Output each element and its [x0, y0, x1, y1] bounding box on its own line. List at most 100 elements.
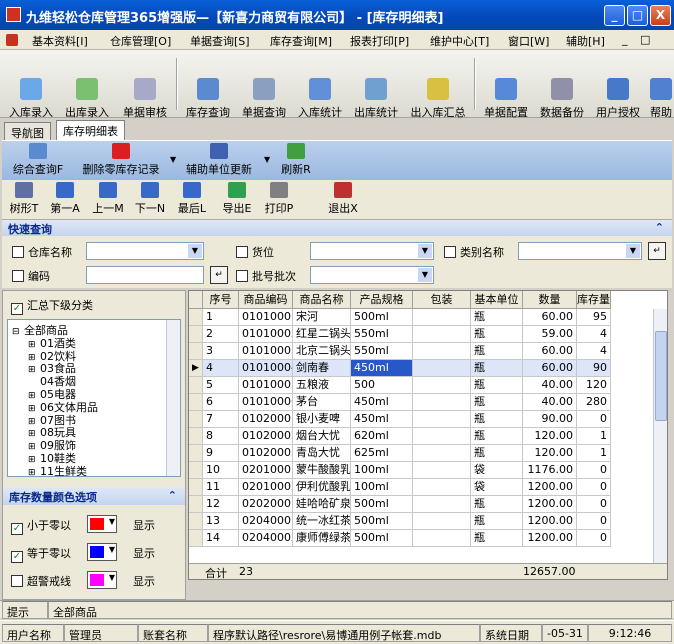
menu-report-print[interactable]: 报表打印[P] [350, 33, 409, 49]
stock-in-entry-button[interactable]: 入库录入 [6, 54, 56, 120]
color-picker[interactable]: ▼ [87, 543, 117, 561]
color-option-row[interactable]: ✓ 小于零以 [11, 517, 71, 535]
prev-record-button[interactable]: 上一M [88, 182, 128, 216]
grid-cell[interactable]: 0 [577, 479, 611, 496]
aux-unit-update-button[interactable]: 辅助单位更新 [182, 143, 256, 177]
category-checkbox[interactable] [444, 246, 456, 258]
batch-checkbox[interactable] [236, 270, 248, 282]
grid-cell[interactable] [413, 394, 471, 411]
slot-combo[interactable]: ▼ [310, 242, 434, 260]
grid-cell[interactable]: 银小麦啤 [293, 411, 351, 428]
grid-cell[interactable]: 60.00 [523, 309, 577, 326]
grid-cell[interactable]: 瓶 [471, 394, 523, 411]
grid-cell[interactable]: 统一冰红茶 [293, 513, 351, 530]
document-config-button[interactable]: 单据配置 [480, 54, 532, 120]
grid-cell[interactable]: 12 [203, 496, 239, 513]
grid-cell[interactable]: 0 [577, 462, 611, 479]
exit-button[interactable]: 退出X [324, 182, 362, 216]
grid-cell[interactable]: 01010004 [239, 360, 293, 377]
grid-cell[interactable]: 02040002 [239, 530, 293, 547]
warehouse-filter[interactable]: 仓库名称 [12, 244, 72, 260]
grid-cell[interactable]: 90 [577, 360, 611, 377]
summary-subcategory-option[interactable]: ✓ 汇总下级分类 [11, 297, 93, 315]
code-input[interactable] [86, 266, 204, 284]
menu-window[interactable]: 窗口[W] [508, 33, 549, 49]
color-picker[interactable]: ▼ [87, 515, 117, 533]
grid-cell[interactable]: 500ml [351, 530, 413, 547]
grid-cell[interactable]: 茅台 [293, 394, 351, 411]
category-search-button[interactable]: ↵ [648, 242, 666, 260]
chevron-down-icon[interactable]: ▼ [109, 573, 115, 582]
grid-cell[interactable]: 1200.00 [523, 530, 577, 547]
grid-cell[interactable]: 02010001 [239, 462, 293, 479]
color-picker[interactable]: ▼ [87, 571, 117, 589]
grid-cell[interactable]: 瓶 [471, 530, 523, 547]
menu-document-query[interactable]: 单据查询[S] [190, 33, 250, 49]
grid-cell[interactable]: 瓶 [471, 428, 523, 445]
grid-cell[interactable]: 40.00 [523, 394, 577, 411]
tree-scrollbar[interactable] [166, 320, 180, 476]
grid-cell[interactable]: 0 [577, 530, 611, 547]
code-search-button[interactable]: ↵ [210, 266, 228, 284]
grid-cell[interactable]: 0 [577, 496, 611, 513]
row-indicator[interactable]: ▶ [189, 360, 203, 377]
color-option-checkbox[interactable] [11, 575, 23, 587]
grid-cell[interactable]: 40.00 [523, 377, 577, 394]
grid-cell[interactable]: 01010005 [239, 377, 293, 394]
print-button[interactable]: 打印P [260, 182, 298, 216]
help-button[interactable]: 帮助 [648, 54, 674, 120]
grid-cell[interactable]: 500 [351, 377, 413, 394]
collapse-icon[interactable]: ⌃ [168, 489, 177, 502]
grid-cell[interactable]: 01010006 [239, 394, 293, 411]
next-record-button[interactable]: 下一N [130, 182, 170, 216]
grid-cell[interactable]: 青岛大忧 [293, 445, 351, 462]
grid-cell[interactable]: 1176.00 [523, 462, 577, 479]
grid-cell[interactable]: 60.00 [523, 360, 577, 377]
grid-cell[interactable]: 90.00 [523, 411, 577, 428]
grid-cell[interactable]: 康师傅绿茶 [293, 530, 351, 547]
grid-cell[interactable]: 袋 [471, 479, 523, 496]
row-indicator[interactable] [189, 513, 203, 530]
row-indicator[interactable] [189, 326, 203, 343]
color-option-row[interactable]: ✓ 等于零以 [11, 545, 71, 563]
grid-cell[interactable]: 14 [203, 530, 239, 547]
grid-cell[interactable]: 5 [203, 377, 239, 394]
warehouse-combo[interactable]: ▼ [86, 242, 204, 260]
row-indicator[interactable] [189, 411, 203, 428]
mdi-restore-button[interactable]: □ [640, 33, 650, 46]
menu-warehouse[interactable]: 仓库管理[O] [110, 33, 171, 49]
grid-cell[interactable] [413, 530, 471, 547]
code-checkbox[interactable] [12, 270, 24, 282]
grid-cell[interactable] [413, 377, 471, 394]
grid-cell[interactable]: 280 [577, 394, 611, 411]
grid-cell[interactable]: 瓶 [471, 309, 523, 326]
grid-cell[interactable]: 450ml [351, 360, 413, 377]
stock-query-button[interactable]: 库存查询 [182, 54, 234, 120]
grid-cell[interactable]: 宋河 [293, 309, 351, 326]
grid-cell[interactable]: 500ml [351, 513, 413, 530]
column-header[interactable]: 基本单位 [471, 291, 523, 309]
chevron-down-icon[interactable]: ▼ [188, 244, 202, 258]
row-indicator[interactable] [189, 462, 203, 479]
grid-cell[interactable]: 1 [203, 309, 239, 326]
grid-cell[interactable]: 01010001 [239, 309, 293, 326]
grid-cell[interactable]: 500ml [351, 309, 413, 326]
grid-cell[interactable]: 瓶 [471, 496, 523, 513]
row-indicator[interactable] [189, 343, 203, 360]
grid-cell[interactable]: 剑南春 [293, 360, 351, 377]
grid-cell[interactable]: 625ml [351, 445, 413, 462]
grid-cell[interactable]: 4 [203, 360, 239, 377]
grid-cell[interactable]: 100ml [351, 479, 413, 496]
grid-cell[interactable]: 01020001 [239, 411, 293, 428]
grid-cell[interactable]: 瓶 [471, 377, 523, 394]
grid-cell[interactable]: 01010003 [239, 343, 293, 360]
grid-cell[interactable]: 瓶 [471, 326, 523, 343]
column-header[interactable]: 商品编码 [239, 291, 293, 309]
mdi-minimize-button[interactable]: _ [622, 33, 628, 46]
stock-in-stats-button[interactable]: 入库统计 [294, 54, 346, 120]
grid-cell[interactable]: 500ml [351, 496, 413, 513]
row-indicator[interactable] [189, 394, 203, 411]
grid-cell[interactable]: 8 [203, 428, 239, 445]
category-filter[interactable]: 类别名称 [444, 244, 504, 260]
column-header[interactable]: 产品规格 [351, 291, 413, 309]
